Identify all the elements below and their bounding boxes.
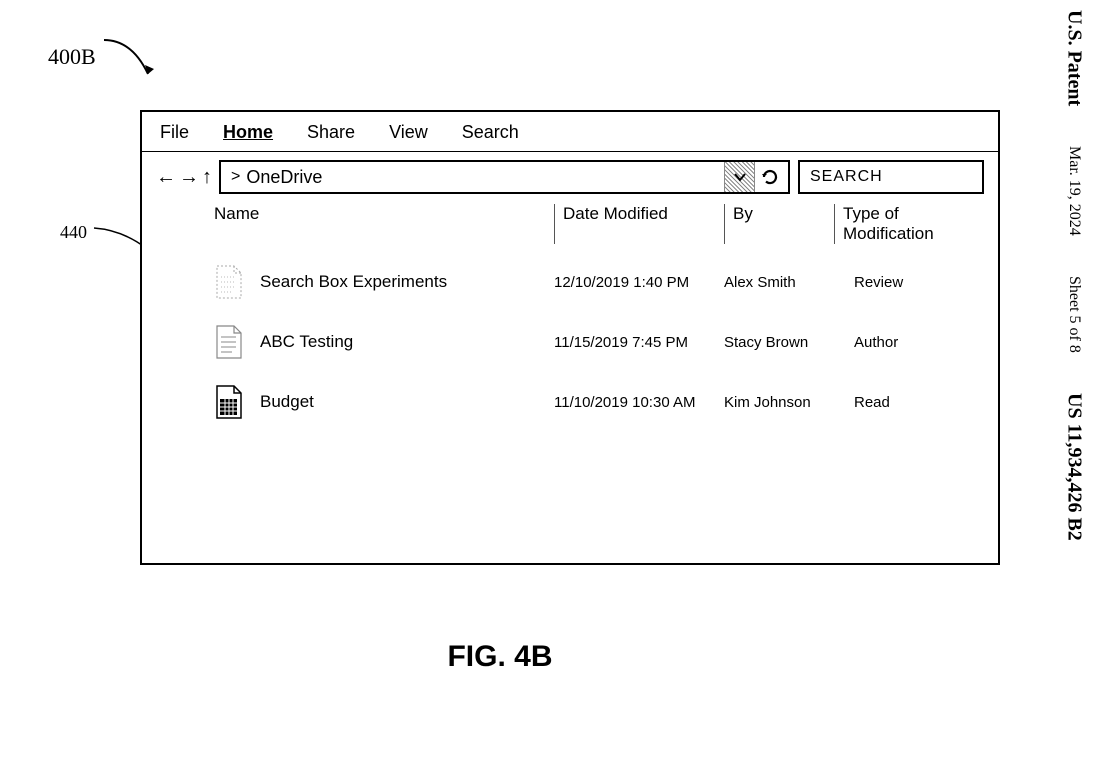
search-placeholder: SEARCH <box>810 168 883 186</box>
file-by: Kim Johnson <box>724 394 834 411</box>
explorer-window: File Home Share View Search ← → ↑ > OneDrive <box>140 110 1000 565</box>
column-type-header[interactable]: Type of Modification <box>834 204 984 244</box>
forward-button[interactable]: → <box>179 166 198 189</box>
document-icon <box>214 325 242 359</box>
column-by-header[interactable]: By <box>724 204 834 244</box>
file-modification-type: Review <box>834 274 984 291</box>
file-name: ABC Testing <box>260 332 554 352</box>
path-location: OneDrive <box>246 167 322 188</box>
column-headers: Name Date Modified By Type of Modificati… <box>142 202 998 248</box>
search-input[interactable]: SEARCH <box>798 160 984 194</box>
menu-item-view[interactable]: View <box>389 122 428 143</box>
figure-caption: FIG. 4B <box>0 640 1000 674</box>
menu-item-search[interactable]: Search <box>462 122 519 143</box>
file-by: Stacy Brown <box>724 334 834 351</box>
address-path: > OneDrive <box>231 167 724 188</box>
file-icon-cell <box>214 325 260 359</box>
file-by: Alex Smith <box>724 274 834 291</box>
file-list: Search Box Experiments12/10/2019 1:40 PM… <box>142 248 998 432</box>
back-button[interactable]: ← <box>156 166 175 189</box>
file-date: 11/10/2019 10:30 AM <box>554 394 724 411</box>
spreadsheet-icon <box>214 385 242 419</box>
file-modification-type: Read <box>834 394 984 411</box>
chevron-down-icon <box>733 170 747 184</box>
file-date: 12/10/2019 1:40 PM <box>554 274 724 291</box>
menubar: File Home Share View Search <box>142 112 998 152</box>
margin-date: Mar. 19, 2024 <box>1065 146 1083 236</box>
menu-item-file[interactable]: File <box>160 122 189 143</box>
margin-sheet: Sheet 5 of 8 <box>1065 276 1083 353</box>
file-date: 11/15/2019 7:45 PM <box>554 334 724 351</box>
margin-patent-no: US 11,934,426 B2 <box>1063 393 1086 541</box>
file-row[interactable]: Search Box Experiments12/10/2019 1:40 PM… <box>214 252 984 312</box>
file-row[interactable]: Budget11/10/2019 10:30 AMKim JohnsonRead <box>214 372 984 432</box>
address-controls <box>724 162 784 192</box>
column-date-header[interactable]: Date Modified <box>554 204 724 244</box>
toolbar: ← → ↑ > OneDrive <box>142 152 998 202</box>
file-row[interactable]: ABC Testing11/15/2019 7:45 PMStacy Brown… <box>214 312 984 372</box>
menu-item-home[interactable]: Home <box>223 122 273 143</box>
column-name-header[interactable]: Name <box>214 204 554 244</box>
arrow-icon <box>102 32 162 82</box>
refresh-button[interactable] <box>754 162 784 192</box>
chevron-right-icon: > <box>231 168 240 186</box>
figure-ref-text: 400B <box>48 44 96 70</box>
callout-440-text: 440 <box>60 222 87 242</box>
nav-arrows: ← → ↑ <box>156 166 211 189</box>
callout-440: 440 <box>60 222 87 243</box>
address-bar[interactable]: > OneDrive <box>219 160 790 194</box>
menu-item-share[interactable]: Share <box>307 122 355 143</box>
file-icon-cell <box>214 265 260 299</box>
margin-country: U.S. Patent <box>1063 10 1086 106</box>
file-modification-type: Author <box>834 334 984 351</box>
refresh-icon <box>761 168 779 186</box>
figure-reference-400b: 400B <box>48 32 162 82</box>
up-button[interactable]: ↑ <box>202 166 211 189</box>
file-name: Budget <box>260 392 554 412</box>
file-icon-cell <box>214 385 260 419</box>
patent-margin: U.S. Patent Mar. 19, 2024 Sheet 5 of 8 U… <box>1056 10 1092 747</box>
history-dropdown-button[interactable] <box>724 162 754 192</box>
file-name: Search Box Experiments <box>260 272 554 292</box>
document-icon <box>214 265 242 299</box>
